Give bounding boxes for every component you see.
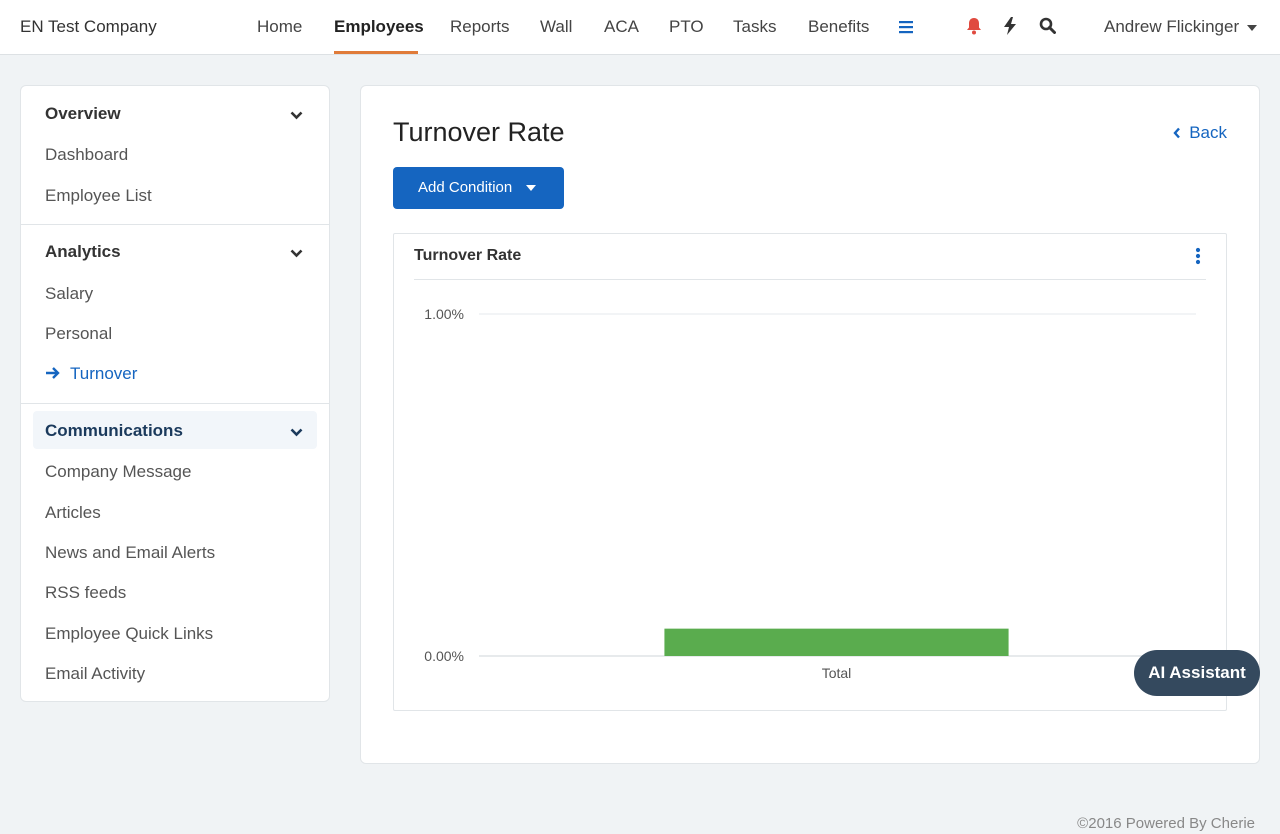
sidebar-item-employee-quick-links[interactable]: Employee Quick Links xyxy=(45,624,213,644)
main-panel: Turnover Rate Back Add Condition Turnove… xyxy=(360,85,1260,764)
chart-card: Turnover Rate 0.00% 1.00% Total xyxy=(393,233,1227,711)
active-nav-indicator xyxy=(334,51,418,54)
section-title: Overview xyxy=(45,104,121,123)
sidebar-item-salary[interactable]: Salary xyxy=(45,284,93,304)
y-tick-label: 0.00% xyxy=(424,648,464,664)
sidebar-item-news-email-alerts[interactable]: News and Email Alerts xyxy=(45,543,215,563)
company-name[interactable]: EN Test Company xyxy=(20,17,157,37)
chevron-down-icon xyxy=(290,424,303,442)
top-navbar: EN Test Company Home Employees Reports W… xyxy=(0,0,1280,55)
turnover-bar-chart: 0.00% 1.00% Total xyxy=(424,306,1196,681)
nav-reports[interactable]: Reports xyxy=(450,17,510,37)
chevron-down-icon xyxy=(1247,24,1258,31)
ai-assistant-button[interactable]: AI Assistant xyxy=(1134,650,1260,696)
caret-down-icon xyxy=(526,185,536,191)
back-link[interactable]: Back xyxy=(1173,123,1227,143)
sidebar-item-employee-list[interactable]: Employee List xyxy=(45,186,152,206)
nav-tasks[interactable]: Tasks xyxy=(733,17,776,37)
sidebar-item-articles[interactable]: Articles xyxy=(45,503,101,523)
nav-benefits[interactable]: Benefits xyxy=(808,17,869,37)
footer-copyright: ©2016 Powered By Cherie xyxy=(1077,815,1255,832)
bar xyxy=(664,628,1009,656)
section-header-communications[interactable]: Communications xyxy=(33,411,317,449)
add-condition-button[interactable]: Add Condition xyxy=(393,167,564,209)
sidebar-item-company-message[interactable]: Company Message xyxy=(45,462,191,482)
bolt-icon[interactable] xyxy=(1003,17,1017,40)
back-label: Back xyxy=(1189,123,1227,142)
y-tick-label: 1.00% xyxy=(424,306,464,322)
add-condition-label: Add Condition xyxy=(418,179,513,196)
search-icon[interactable] xyxy=(1039,17,1056,39)
sidebar-item-personal[interactable]: Personal xyxy=(45,324,112,344)
divider xyxy=(21,224,329,225)
x-tick-label: Total xyxy=(822,665,852,681)
nav-aca[interactable]: ACA xyxy=(604,17,639,37)
nav-home[interactable]: Home xyxy=(257,17,302,37)
page-title: Turnover Rate xyxy=(393,117,565,147)
nav-employees[interactable]: Employees xyxy=(334,17,424,37)
sidebar: Overview Dashboard Employee List Analyti… xyxy=(20,85,330,702)
sidebar-item-dashboard[interactable]: Dashboard xyxy=(45,145,128,165)
divider xyxy=(21,403,329,404)
nav-pto[interactable]: PTO xyxy=(669,17,704,37)
sidebar-item-email-activity[interactable]: Email Activity xyxy=(45,664,145,684)
arrow-right-icon xyxy=(45,365,60,385)
section-title: Communications xyxy=(45,421,183,440)
nav-wall[interactable]: Wall xyxy=(540,17,572,37)
sidebar-item-rss-feeds[interactable]: RSS feeds xyxy=(45,583,126,603)
bell-icon[interactable] xyxy=(966,17,982,40)
chevron-down-icon xyxy=(290,107,303,125)
sidebar-item-turnover[interactable]: Turnover xyxy=(45,364,137,385)
user-name: Andrew Flickinger xyxy=(1104,17,1240,36)
sidebar-item-label: Turnover xyxy=(70,364,138,383)
user-menu[interactable]: Andrew Flickinger xyxy=(1104,17,1258,37)
chevron-left-icon xyxy=(1173,127,1181,139)
section-title: Analytics xyxy=(45,242,121,261)
section-header-overview[interactable]: Overview xyxy=(33,94,317,132)
section-header-analytics[interactable]: Analytics xyxy=(33,232,317,270)
chevron-down-icon xyxy=(290,245,303,263)
menu-icon[interactable] xyxy=(899,20,913,39)
